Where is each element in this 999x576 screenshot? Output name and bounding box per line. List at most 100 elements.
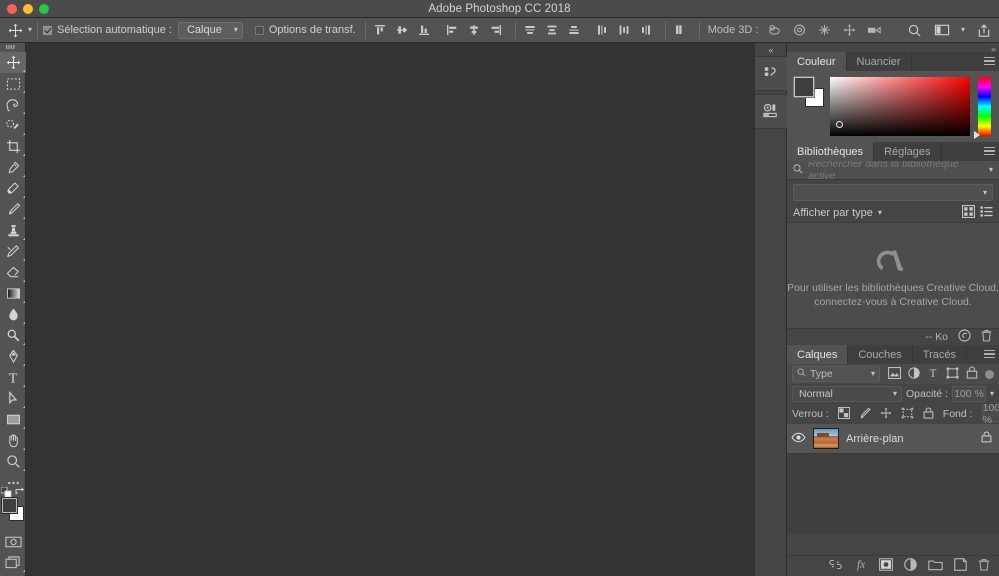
share-icon[interactable] — [974, 21, 993, 40]
properties-panel-icon[interactable] — [755, 94, 787, 129]
foreground-color-swatch[interactable] — [1, 497, 18, 514]
tool-preset-chevron-icon[interactable]: ▾ — [28, 26, 32, 34]
layer-style-fx-icon[interactable]: fx — [854, 558, 868, 574]
align-left-edges-icon[interactable] — [443, 21, 462, 40]
eye-icon[interactable] — [791, 432, 806, 446]
rectangular-marquee-tool[interactable] — [0, 73, 26, 94]
align-vertical-centers-icon[interactable] — [393, 21, 412, 40]
tab-traces[interactable]: Tracés — [913, 345, 967, 364]
history-brush-tool[interactable] — [0, 241, 26, 262]
opacity-input[interactable]: 100 % — [951, 386, 986, 402]
filter-adjustment-icon[interactable] — [908, 366, 920, 382]
search-icon[interactable] — [905, 21, 924, 40]
hand-tool[interactable] — [0, 430, 26, 451]
chevron-down-icon[interactable]: ▾ — [961, 26, 965, 34]
new-group-icon[interactable] — [928, 559, 943, 574]
tab-couches[interactable]: Couches — [848, 345, 913, 364]
creative-cloud-sync-icon[interactable] — [958, 329, 971, 345]
tab-nuancier[interactable]: Nuancier — [847, 52, 912, 71]
type-tool[interactable]: T — [0, 367, 26, 388]
fill-input[interactable]: 100 % — [981, 402, 999, 426]
layer-thumbnail[interactable] — [813, 428, 839, 449]
gradient-tool[interactable] — [0, 283, 26, 304]
distribute-vertical-centers-icon[interactable] — [543, 21, 562, 40]
auto-select-checkbox[interactable] — [43, 25, 53, 35]
tab-reglages[interactable]: Réglages — [874, 142, 942, 161]
library-selector-dropdown[interactable]: ▾ — [793, 184, 993, 201]
new-layer-icon[interactable] — [954, 558, 967, 574]
filter-enable-toggle[interactable] — [985, 369, 994, 379]
layers-panel-menu-icon[interactable] — [984, 350, 995, 359]
close-window-button[interactable] — [7, 4, 17, 14]
minimize-window-button[interactable] — [23, 4, 33, 14]
transform-controls-checkbox[interactable] — [254, 25, 264, 35]
layer-name-label[interactable]: Arrière-plan — [846, 433, 974, 445]
distribute-bottom-edges-icon[interactable] — [565, 21, 584, 40]
auto-select-scope-dropdown[interactable]: Calque ▾ — [177, 21, 243, 39]
pan-3d-icon[interactable] — [815, 21, 834, 40]
move-tool[interactable] — [0, 52, 26, 73]
filter-shape-icon[interactable] — [946, 367, 959, 382]
lock-artboard-icon[interactable] — [901, 407, 914, 422]
lock-all-icon[interactable] — [923, 406, 934, 422]
filter-smart-object-icon[interactable] — [966, 366, 978, 382]
roll-3d-icon[interactable] — [790, 21, 809, 40]
color-hue-slider[interactable] — [974, 77, 991, 139]
quick-selection-tool[interactable] — [0, 115, 26, 136]
libraries-panel-menu-icon[interactable] — [984, 147, 995, 156]
toolbar-drag-handle[interactable] — [0, 43, 25, 52]
align-right-edges-icon[interactable] — [487, 21, 506, 40]
collapse-panels-icon[interactable]: « — [755, 43, 786, 56]
lasso-tool[interactable] — [0, 94, 26, 115]
tab-bibliotheques[interactable]: Bibliothèques — [787, 142, 875, 161]
rectangle-tool[interactable] — [0, 409, 26, 430]
tab-couleur[interactable]: Couleur — [787, 52, 847, 71]
clone-stamp-tool[interactable] — [0, 220, 26, 241]
tab-calques[interactable]: Calques — [787, 345, 849, 364]
eyedropper-tool[interactable] — [0, 157, 26, 178]
chevron-down-icon[interactable]: ▾ — [989, 166, 993, 174]
document-canvas-area[interactable] — [26, 43, 755, 576]
lock-icon[interactable] — [981, 431, 992, 446]
distribute-top-edges-icon[interactable] — [521, 21, 540, 40]
quick-mask-icon[interactable] — [0, 531, 26, 552]
window-controls[interactable] — [7, 4, 49, 14]
screen-mode-icon[interactable] — [0, 552, 26, 573]
opacity-chevron-icon[interactable]: ▾ — [990, 390, 994, 398]
color-panel-foreground-swatch[interactable] — [793, 76, 815, 98]
library-search-input[interactable]: Rechercher dans la bibliothèque active — [808, 158, 984, 182]
orbit-3d-icon[interactable] — [765, 21, 784, 40]
blend-mode-dropdown[interactable]: Normal ▾ — [792, 386, 902, 402]
list-view-icon[interactable] — [980, 205, 993, 221]
active-tool-preset[interactable]: ▾ — [0, 21, 32, 40]
layer-filter-kind-dropdown[interactable]: Type ▾ — [792, 366, 880, 382]
brush-tool[interactable] — [0, 199, 26, 220]
filter-pixel-icon[interactable] — [888, 366, 901, 382]
align-top-edges-icon[interactable] — [371, 21, 390, 40]
eraser-tool[interactable] — [0, 262, 26, 283]
layer-mask-icon[interactable] — [879, 558, 893, 574]
auto-align-layers-icon[interactable] — [671, 21, 690, 40]
trash-icon[interactable] — [981, 329, 992, 345]
lock-transparent-pixels-icon[interactable] — [837, 406, 850, 422]
path-selection-tool[interactable] — [0, 388, 26, 409]
adjustment-layer-icon[interactable] — [904, 558, 917, 574]
history-panel-icon[interactable] — [755, 56, 787, 91]
delete-layer-icon[interactable] — [978, 558, 990, 574]
library-filter-label[interactable]: Afficher par type — [793, 207, 873, 219]
layers-list[interactable]: Arrière-plan — [787, 424, 999, 534]
filter-type-icon[interactable]: T — [927, 367, 939, 382]
lock-image-pixels-icon[interactable] — [859, 407, 871, 422]
grid-view-icon[interactable] — [962, 205, 975, 221]
table-row[interactable]: Arrière-plan — [787, 424, 999, 454]
distribute-horizontal-centers-icon[interactable] — [615, 21, 634, 40]
zoom-window-button[interactable] — [39, 4, 49, 14]
blur-tool[interactable] — [0, 304, 26, 325]
dodge-tool[interactable] — [0, 325, 26, 346]
zoom-tool[interactable] — [0, 451, 26, 472]
align-horizontal-centers-icon[interactable] — [465, 21, 484, 40]
workspace-icon[interactable] — [933, 21, 952, 40]
distribute-right-edges-icon[interactable] — [637, 21, 656, 40]
library-search-row[interactable]: Rechercher dans la bibliothèque active ▾ — [787, 158, 999, 182]
align-bottom-edges-icon[interactable] — [415, 21, 434, 40]
